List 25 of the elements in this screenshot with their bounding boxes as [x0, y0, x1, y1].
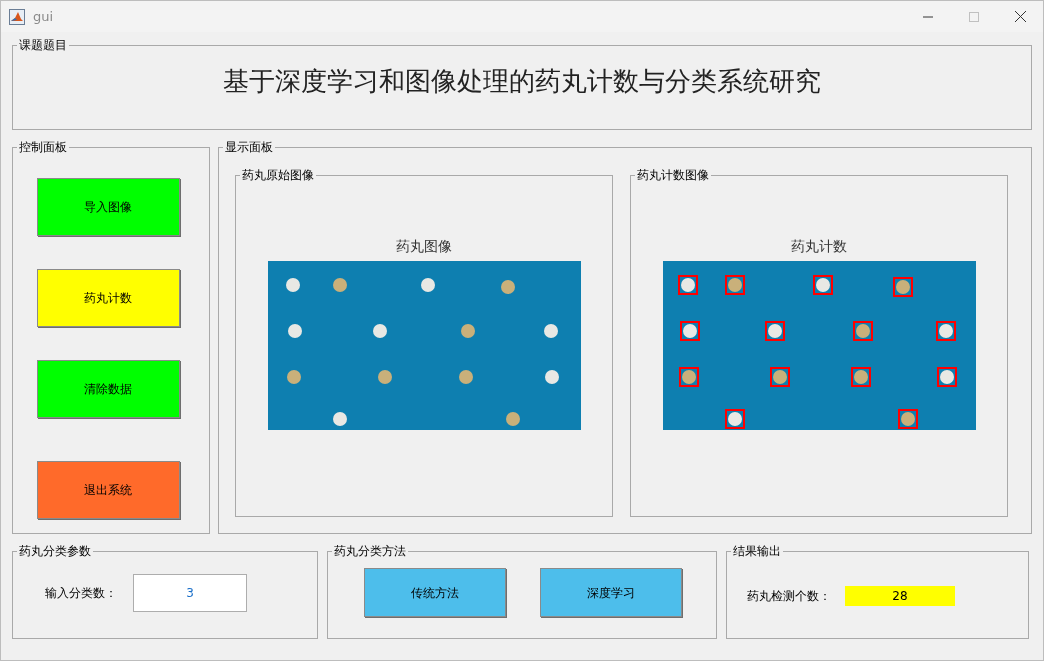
- push-button[interactable]: 清除数据: [36, 360, 180, 418]
- push-button[interactable]: 传统方法: [364, 568, 506, 617]
- class-count-field[interactable]: 3: [133, 574, 247, 612]
- panel-title: 药丸计数图像: [636, 167, 710, 184]
- maximize-icon: [969, 11, 979, 22]
- system-title: 基于深度学习和图像处理的药丸计数与分类系统研究: [222, 65, 822, 98]
- panel-title: 药丸原始图像: [241, 167, 315, 184]
- panel-title: 课题题目: [18, 37, 68, 54]
- push-button[interactable]: 导入图像: [36, 178, 180, 236]
- window-title: gui: [33, 7, 54, 26]
- image-caption: 药丸计数: [791, 237, 847, 256]
- push-button[interactable]: 深度学习: [540, 568, 682, 617]
- panel-title: 显示面板: [224, 139, 274, 156]
- panel-title: 药丸分类参数: [18, 543, 92, 560]
- count-value: 28: [845, 586, 955, 606]
- close-icon: [1014, 11, 1026, 22]
- result-label: 药丸检测个数：: [747, 588, 831, 605]
- panel-title: 控制面板: [18, 139, 68, 156]
- push-button[interactable]: 退出系统: [36, 461, 180, 519]
- image-caption: 药丸图像: [396, 237, 452, 256]
- app-icon: [9, 8, 25, 25]
- push-button[interactable]: 药丸计数: [36, 269, 180, 327]
- panel-title: 结果输出: [732, 543, 782, 560]
- field-label: 输入分类数：: [45, 585, 117, 602]
- panel-title: 药丸分类方法: [333, 543, 407, 560]
